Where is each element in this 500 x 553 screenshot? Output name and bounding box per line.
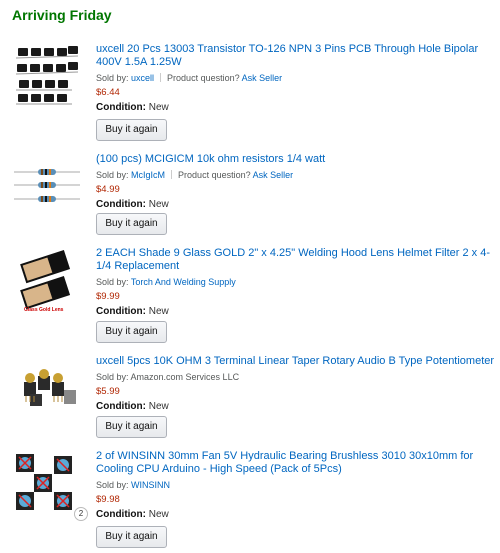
sold-by-label: Sold by: <box>96 170 132 180</box>
condition: Condition: New <box>96 305 496 318</box>
seller-link[interactable]: McIgIcM <box>131 170 165 180</box>
product-title-link[interactable]: uxcell 20 Pcs 13003 Transistor TO-126 NP… <box>96 43 496 69</box>
condition-label: Condition: <box>96 199 149 210</box>
product-title-link[interactable]: 2 EACH Shade 9 Glass GOLD 2" x 4.25" Wel… <box>96 247 496 273</box>
product-image[interactable]: 2 <box>14 452 88 521</box>
potentiometer-icon <box>24 369 76 406</box>
seller-link[interactable]: uxcell <box>131 73 154 83</box>
product-title-link[interactable]: uxcell 5pcs 10K OHM 3 Terminal Linear Ta… <box>96 355 496 368</box>
sold-by-label: Sold by: <box>96 277 131 287</box>
seller-line: Sold by: Amazon.com Services LLC <box>96 371 496 383</box>
item-details: 2 EACH Shade 9 Glass GOLD 2" x 4.25" Wel… <box>96 247 496 318</box>
price: $5.99 <box>96 386 120 397</box>
sold-by-label: Sold by: <box>96 480 132 490</box>
section-heading: Arriving Friday <box>12 7 112 23</box>
price: $9.99 <box>96 291 120 302</box>
condition-value: New <box>148 102 169 113</box>
sold-by-label: Sold by: <box>96 73 132 83</box>
price: $4.99 <box>96 184 120 195</box>
condition-value: New <box>148 199 169 210</box>
seller-line: Sold by: McIgIcM Product question? Ask Se… <box>96 169 496 181</box>
condition-label: Condition: <box>96 306 149 317</box>
condition-label: Condition: <box>96 509 149 520</box>
buy-again-button[interactable]: Buy it again <box>96 321 167 343</box>
seller-link[interactable]: Torch And Welding Supply <box>131 277 236 287</box>
condition: Condition: New <box>96 101 496 114</box>
seller-line: Sold by: WINSINN <box>96 479 496 491</box>
condition-value: New <box>148 509 169 520</box>
condition-label: Condition: <box>96 102 149 113</box>
product-image[interactable]: Glass Gold Lens <box>14 248 80 318</box>
price: $6.44 <box>96 87 120 98</box>
resistor-icon <box>14 169 80 202</box>
condition-value: New <box>148 401 169 412</box>
item-details: uxcell 5pcs 10K OHM 3 Terminal Linear Ta… <box>96 355 496 413</box>
buy-again-button[interactable]: Buy it again <box>96 526 167 548</box>
seller-line: Sold by: uxcell Product question? Ask Sel… <box>96 72 496 84</box>
buy-again-button[interactable]: Buy it again <box>96 416 167 438</box>
condition: Condition: New <box>96 400 496 413</box>
ask-seller-link[interactable]: Ask Seller <box>242 73 283 83</box>
price: $9.98 <box>96 494 120 505</box>
item-details: uxcell 20 Pcs 13003 Transistor TO-126 NP… <box>96 43 496 114</box>
divider <box>171 170 173 179</box>
item-details: (100 pcs) MCIGICM 10k ohm resistors 1/4 … <box>96 153 496 211</box>
buy-again-button[interactable]: Buy it again <box>96 119 167 141</box>
condition: Condition: New <box>96 198 496 211</box>
condition-label: Condition: <box>96 401 149 412</box>
image-caption: Glass Gold Lens <box>24 307 64 313</box>
product-image[interactable] <box>14 366 80 416</box>
condition-value: New <box>148 306 169 317</box>
transistor-pack-icon <box>15 46 79 105</box>
divider <box>160 73 162 82</box>
seller-line: Sold by: Torch And Welding Supply <box>96 276 496 288</box>
product-title-link[interactable]: 2 of WINSINN 30mm Fan 5V Hydraulic Beari… <box>96 450 496 476</box>
buy-again-button[interactable]: Buy it again <box>96 213 167 235</box>
product-title-link[interactable]: (100 pcs) MCIGICM 10k ohm resistors 1/4 … <box>96 153 496 166</box>
sold-by-label: Sold by: <box>96 372 131 382</box>
question-label: Product question? <box>178 170 253 180</box>
question-label: Product question? <box>167 73 242 83</box>
seller-name: Amazon.com Services LLC <box>130 372 240 382</box>
condition: Condition: New <box>96 508 496 521</box>
product-image[interactable] <box>14 162 80 208</box>
quantity-badge: 2 <box>74 507 88 521</box>
seller-link[interactable]: WINSINN <box>131 480 170 490</box>
item-details: 2 of WINSINN 30mm Fan 5V Hydraulic Beari… <box>96 450 496 521</box>
product-image[interactable] <box>14 42 80 108</box>
ask-seller-link[interactable]: Ask Seller <box>253 170 294 180</box>
cooling-fan-icon <box>16 454 72 510</box>
